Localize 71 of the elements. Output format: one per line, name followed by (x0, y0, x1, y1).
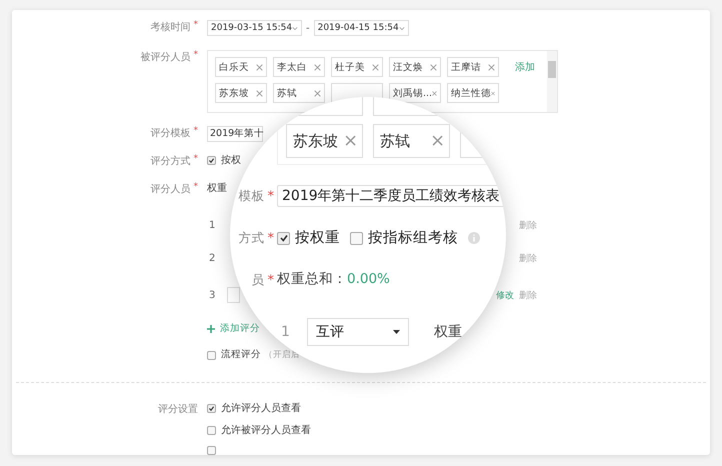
close-icon[interactable] (430, 64, 437, 70)
required-mark: * (194, 51, 198, 60)
checkbox[interactable] (207, 446, 216, 455)
person-tag: 白乐天 (215, 57, 267, 77)
required-mark: * (268, 274, 274, 286)
required-mark: * (194, 21, 198, 30)
add-link[interactable]: 添加 (515, 60, 535, 74)
weight-total-value: 0.00% (347, 271, 390, 289)
checkbox[interactable] (277, 232, 290, 244)
close-icon[interactable] (372, 64, 379, 70)
scrollbar[interactable] (547, 51, 557, 112)
close-icon[interactable] (256, 64, 263, 70)
close-icon[interactable] (314, 64, 321, 70)
checkbox[interactable] (207, 350, 216, 360)
field-label: 评分设置 (158, 403, 198, 417)
checkbox[interactable] (207, 156, 216, 165)
field-label: 评分模板 (150, 127, 190, 141)
option-label: 允许评分人员查看 (221, 402, 301, 415)
field-label: 被评分人员 (140, 51, 190, 65)
field-label: 方式 (238, 230, 264, 246)
person-tag: 王摩诘 (447, 57, 499, 77)
person-tag: 苏东坡 (286, 124, 363, 158)
close-icon[interactable] (491, 90, 495, 96)
checkbox[interactable] (207, 426, 216, 435)
caret-icon (393, 330, 400, 334)
weight-label: 权重 (207, 182, 227, 195)
checkbox[interactable] (350, 232, 363, 244)
required-mark: * (194, 183, 198, 192)
close-icon[interactable] (314, 90, 321, 96)
option-label: 按指标组考核 (368, 228, 458, 248)
person-tag: 苏轼 (373, 124, 450, 158)
row-index: 3 (208, 290, 216, 300)
close-icon[interactable] (344, 135, 356, 147)
end-date-field[interactable]: 2019-04-15 15:54 (314, 20, 409, 36)
close-icon[interactable] (256, 90, 263, 96)
edit-link[interactable]: 修改 (496, 288, 514, 302)
checkbox[interactable] (207, 404, 216, 413)
required-mark: * (194, 155, 198, 164)
field-label: 员 (252, 272, 264, 288)
start-date-field[interactable]: 2019-03-15 15:54 (207, 20, 302, 36)
required-mark: * (268, 232, 274, 244)
field-label: 考核时间 (150, 21, 190, 35)
option-label: 允许被评分人员查看 (221, 424, 311, 437)
weight-label: 权重 (434, 322, 462, 342)
delete-link[interactable]: 删除 (519, 218, 537, 232)
type-select[interactable]: 互评 (307, 318, 409, 346)
required-mark: * (194, 127, 198, 136)
row-index: 1 (208, 220, 216, 230)
plus-icon[interactable] (207, 324, 215, 332)
close-icon[interactable] (432, 135, 443, 147)
person-tag: 杜子美 (331, 57, 383, 77)
close-icon[interactable] (488, 64, 495, 70)
row-index: 1 (280, 322, 291, 342)
close-icon[interactable] (432, 90, 437, 96)
dropdown-caret-icon (398, 26, 405, 30)
field-label: 评分人员 (150, 183, 190, 197)
dropdown-caret-icon (292, 26, 298, 30)
field-label: 评分方式 (150, 155, 190, 169)
required-mark: * (268, 190, 274, 202)
option-label: 按权 (221, 154, 241, 167)
range-separator: - (306, 22, 310, 34)
row-index: 2 (208, 252, 216, 264)
delete-link[interactable]: 删除 (519, 252, 537, 264)
option-label: 流程评分 (221, 349, 261, 362)
person-tag: 李太白 (273, 57, 325, 77)
person-tag: 汪文焕 (389, 57, 441, 77)
field-label: 模板 (238, 188, 264, 204)
weight-total-label: 权重总和： (277, 271, 347, 289)
option-label: 按权重 (295, 228, 340, 248)
add-rater-link[interactable]: 添加评分 (220, 322, 260, 335)
delete-link[interactable]: 删除 (519, 288, 537, 302)
